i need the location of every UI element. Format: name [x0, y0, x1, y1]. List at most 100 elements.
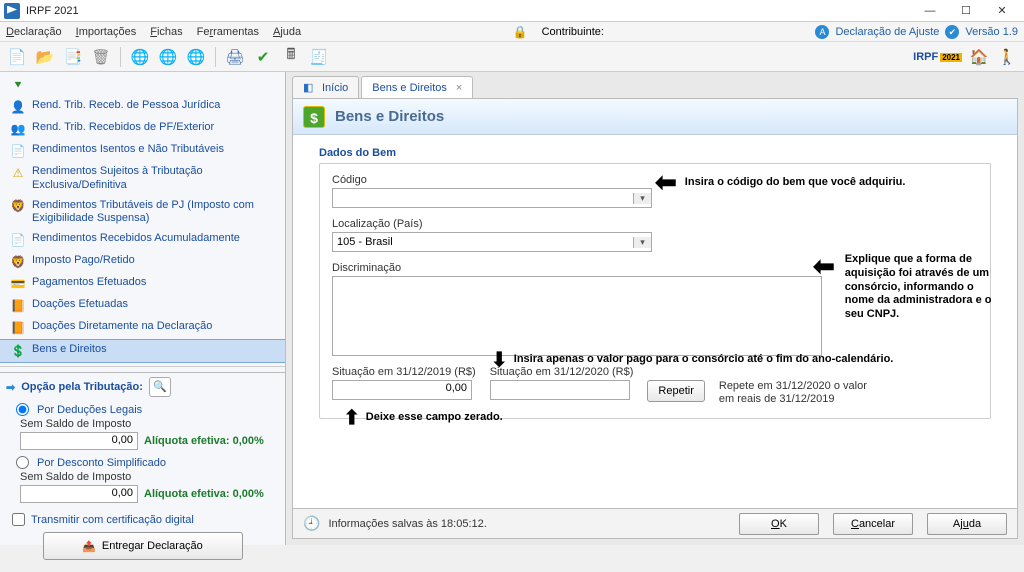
menu-declaracao[interactable]: Declaração	[6, 26, 62, 38]
arrow-down-icon: ⬅	[489, 351, 509, 368]
doc-green-icon: 📄	[10, 143, 26, 159]
title-bar: IRPF 2021 — ☐ ✕	[0, 0, 1024, 22]
opt2-sub: Sem Saldo de Imposto	[20, 471, 279, 483]
menu-ajuda[interactable]: Ajuda	[273, 26, 301, 38]
irpf-logo: IRPF2021	[913, 51, 962, 63]
sidebar-item-isentos[interactable]: 📄Rendimentos Isentos e Não Tributáveis	[0, 140, 285, 162]
chevron-down-icon: ▾	[633, 237, 651, 248]
opcao-title: Opção pela Tributação:	[21, 381, 143, 393]
sidebar-item-bens-direitos[interactable]: 💲Bens e Direitos	[0, 339, 285, 363]
loc-select[interactable]: 105 - Brasil ▾	[332, 232, 652, 252]
sidebar-list: ⯆ 👤Rend. Trib. Receb. de Pessoa Jurídica…	[0, 72, 285, 372]
ajuste-icon: A	[815, 25, 829, 39]
sidebar-item-pagamentos[interactable]: 💳Pagamentos Efetuados	[0, 273, 285, 295]
bottom-bar: 🕘 Informações salvas às 18:05:12. OK Can…	[293, 508, 1017, 538]
sidebar-item-doacoes[interactable]: 📙Doações Efetuadas	[0, 295, 285, 317]
opt1-value: 0,00	[20, 432, 138, 450]
sidebar-item-acumulado[interactable]: 📄Rendimentos Recebidos Acumuladamente	[0, 229, 285, 251]
globe2-icon[interactable]: 🌐	[157, 46, 179, 68]
deliver-icon: 📤	[82, 540, 96, 553]
check-icon[interactable]: ✔	[252, 46, 274, 68]
annot-codigo: ⬅ Insira o código do bem que você adquir…	[655, 169, 905, 195]
home-tab-icon: ◧	[303, 81, 317, 95]
sidebar-item-imposto[interactable]: 🦁Imposto Pago/Retido	[0, 251, 285, 273]
lock-icon: 🔒	[513, 25, 528, 39]
home-icon[interactable]: 🏠	[968, 46, 990, 68]
content-area: ◧ Início Bens e Direitos × $ Bens e Dire…	[286, 72, 1024, 545]
app-icon	[4, 3, 20, 19]
loc-value: 105 - Brasil	[333, 236, 633, 248]
tab-bens-label: Bens e Direitos	[372, 82, 447, 94]
calc-icon[interactable]: 🖩	[280, 46, 302, 68]
sidebar-item-rend-pf[interactable]: 👥Rend. Trib. Recebidos de PF/Exterior	[0, 118, 285, 140]
sidebar-item-exigibilidade[interactable]: 🦁Rendimentos Tributáveis de PJ (Imposto …	[0, 196, 285, 230]
arrow-left-icon: ⬅	[655, 169, 677, 195]
repetir-button[interactable]: Repetir	[647, 380, 704, 402]
ok-button[interactable]: OK	[739, 513, 819, 535]
minimize-button[interactable]: —	[912, 1, 948, 21]
loc-label: Localização (País)	[332, 218, 978, 230]
opt1-label: Por Deduções Legais	[37, 404, 142, 416]
entregar-button[interactable]: 📤 Entregar Declaração	[43, 532, 243, 560]
opt1-sub: Sem Saldo de Imposto	[20, 418, 279, 430]
tab-strip: ◧ Início Bens e Direitos ×	[286, 72, 1024, 98]
sidebar: ⯆ 👤Rend. Trib. Receb. de Pessoa Jurídica…	[0, 72, 286, 545]
globe1-icon[interactable]: 🌐	[129, 46, 151, 68]
panel-header: $ Bens e Direitos	[293, 99, 1017, 135]
receipt-icon[interactable]: 🧾	[308, 46, 330, 68]
checkbox-transmitir[interactable]	[12, 513, 25, 526]
warn-icon: ⚠	[10, 165, 26, 181]
repetir-hint: Repete em 31/12/2020 o valorem reais de …	[719, 380, 867, 406]
arrow-up-icon: ⬅	[341, 409, 361, 426]
print-icon[interactable]: 🖨	[224, 46, 246, 68]
annot-valor: ⬅ Insira apenas o valor pago para o cons…	[491, 349, 893, 369]
close-button[interactable]: ✕	[984, 1, 1020, 21]
panel-money-icon: $	[303, 106, 325, 128]
sidebar-item-rend-pj[interactable]: 👤Rend. Trib. Receb. de Pessoa Jurídica	[0, 96, 285, 118]
disc-textarea[interactable]	[332, 276, 822, 356]
panel-title: Bens e Direitos	[335, 108, 444, 125]
sidebar-item-expand[interactable]: ⯆	[0, 74, 285, 96]
contribuinte-label: Contribuinte:	[542, 26, 604, 38]
opt1-eff: Alíquota efetiva: 0,00%	[144, 435, 264, 447]
open-icon[interactable]: 📂	[34, 46, 56, 68]
globe3-icon[interactable]: 🌐	[185, 46, 207, 68]
codigo-select[interactable]: ▾	[332, 188, 652, 208]
sidebar-item-doacoes-decl[interactable]: 📙Doações Diretamente na Declaração	[0, 317, 285, 339]
decl-ajuste-label: Declaração de Ajuste	[835, 26, 939, 38]
gift-icon: 📙	[10, 298, 26, 314]
radio-simplificado[interactable]	[16, 456, 29, 469]
sit2019-label: Situação em 31/12/2019 (R$)	[332, 366, 476, 378]
search-tax-button[interactable]: 🔍	[149, 377, 171, 397]
sidebar-item-exclusiva[interactable]: ⚠Rendimentos Sujeitos à Tributação Exclu…	[0, 162, 285, 196]
annot-disc: ⬅ Explique que a forma de aquisição foi …	[813, 253, 1003, 322]
trash-icon[interactable]: 🗑	[90, 46, 112, 68]
radio-deducoes[interactable]	[16, 403, 29, 416]
tab-bens[interactable]: Bens e Direitos ×	[361, 76, 473, 98]
tax-option-section: ➡ Opção pela Tributação: 🔍 Por Deduções …	[0, 372, 285, 572]
person-icon[interactable]: 🚶	[996, 46, 1018, 68]
people-icon: 👥	[10, 121, 26, 137]
opt2-eff: Alíquota efetiva: 0,00%	[144, 488, 264, 500]
maximize-button[interactable]: ☐	[948, 1, 984, 21]
new-icon[interactable]: 📄	[6, 46, 28, 68]
copy-icon[interactable]: 📑	[62, 46, 84, 68]
annot-zerado: ⬅ Deixe esse campo zerado.	[343, 407, 503, 425]
menu-bar: Declaração Importações Fichas Ferramenta…	[0, 22, 1024, 42]
menu-importacoes[interactable]: Importações	[76, 26, 137, 38]
menu-ferramentas[interactable]: Ferramentas	[197, 26, 259, 38]
panel: $ Bens e Direitos Dados do Bem Código ▾ …	[292, 98, 1018, 539]
cancel-button[interactable]: Cancelar	[833, 513, 913, 535]
version-icon: ✔	[945, 25, 959, 39]
help-button[interactable]: Ajuda	[927, 513, 1007, 535]
sit2019-input[interactable]: 0,00	[332, 380, 472, 400]
opt2-value: 0,00	[20, 485, 138, 503]
sit2020-input[interactable]	[490, 380, 630, 400]
tab-inicio[interactable]: ◧ Início	[292, 76, 359, 98]
person-red-icon: 👤	[10, 99, 26, 115]
doc-blue-icon: 📄	[10, 232, 26, 248]
entregar-label: Entregar Declaração	[102, 540, 203, 552]
save-msg: Informações salvas às 18:05:12.	[328, 518, 725, 530]
tab-close-icon[interactable]: ×	[456, 82, 462, 94]
menu-fichas[interactable]: Fichas	[150, 26, 182, 38]
